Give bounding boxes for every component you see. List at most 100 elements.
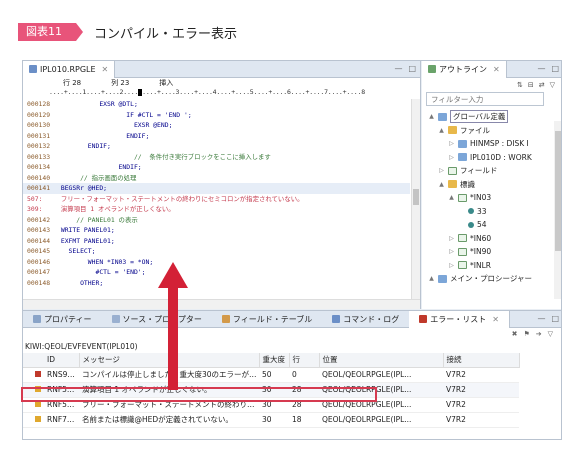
editor-vertical-scrollbar[interactable] <box>411 99 420 299</box>
expanded-icon[interactable]: ▲ <box>438 127 445 134</box>
editor-horizontal-scrollbar[interactable] <box>23 299 420 309</box>
code-line[interactable]: 000131 ENDIF; <box>23 131 410 142</box>
code-line[interactable]: 000132 ENDIF; <box>23 141 410 152</box>
tree-node[interactable]: ▷ *INLR <box>422 259 561 273</box>
collapsed-icon[interactable]: ▷ <box>448 262 455 269</box>
tree-node[interactable]: 54 <box>422 218 561 232</box>
code-line[interactable]: 000140 // 指示画面の処理 <box>23 173 410 184</box>
tree-node[interactable]: ▲ ファイル <box>422 124 561 138</box>
outline-toolbar: ⇅ ⊟ ⇄ ▽ <box>422 78 561 91</box>
close-icon[interactable]: ✕ <box>492 315 499 324</box>
cell-loc: QEOL/QEOLRPGLE(IPL... <box>319 367 443 383</box>
bottom-tab[interactable]: ソース・プロンプター <box>102 311 212 328</box>
tree-node-label: *IN60 <box>470 233 492 243</box>
collapse-icon[interactable]: ⊟ <box>528 81 534 89</box>
view-menu-icon[interactable]: ▽ <box>550 81 555 89</box>
code-line[interactable]: 000134 ENDIF; <box>23 162 410 173</box>
tree-node[interactable]: ▷ IPL010D : WORK <box>422 151 561 165</box>
code-line[interactable]: 000128 EXSR @DTL; <box>23 99 410 110</box>
tree-node[interactable]: ▲ メイン・プロシージャー <box>422 272 561 286</box>
code-line[interactable]: 000146 WHEN *IN03 = *ON; <box>23 257 410 268</box>
code-line[interactable]: 000142 // PANEL01 の表示 <box>23 215 410 226</box>
table-row[interactable]: RNF7030 名前または標識@HEDが定義されていない。 30 18 QEOL/QEO… <box>23 412 519 428</box>
line-number: 000141 <box>27 184 51 192</box>
error-annotation-line[interactable]: 309: 演算項目 1 オペランドが正しくない。 <box>23 204 410 215</box>
cell-loc: QEOL/QEOLRPGLE(IPL... <box>319 397 443 413</box>
outline-tab[interactable]: アウトライン ✕ <box>422 61 507 78</box>
remove-all-icon[interactable]: ✖ <box>512 330 518 338</box>
close-icon[interactable]: ✕ <box>493 65 500 74</box>
close-icon[interactable]: ✕ <box>102 65 109 74</box>
bottom-tab[interactable]: フィールド・テーブル <box>212 311 322 328</box>
expanded-icon[interactable]: ▲ <box>428 275 435 282</box>
tree-node[interactable]: ▷ *IN60 <box>422 232 561 246</box>
code-area[interactable]: 000128 EXSR @DTL; 000129 IF #CTL = 'END '… <box>23 99 410 299</box>
expanded-icon[interactable]: ▲ <box>438 181 445 188</box>
code-line[interactable]: 000147 #CTL = 'END'; <box>23 267 410 278</box>
link-icon[interactable]: ⇄ <box>539 81 545 89</box>
code-line[interactable]: 000129 IF #CTL = 'END '; <box>23 110 410 121</box>
editor-tab[interactable]: IPL010.RPGLE ✕ <box>23 61 116 78</box>
tree-node-label: グローバル定義 <box>450 110 509 124</box>
column-header[interactable]: 位置 <box>319 353 444 368</box>
minimize-icon[interactable]: — <box>394 64 402 73</box>
line-text: BEGSRr @HED; <box>57 184 108 192</box>
maximize-icon[interactable]: □ <box>551 64 559 73</box>
tree-node-label: 54 <box>477 220 487 230</box>
view-menu-icon[interactable]: ▽ <box>548 330 553 338</box>
bottom-tab[interactable]: プロパティー <box>23 311 102 328</box>
message-id: RNF5507 <box>47 400 79 409</box>
db-icon <box>438 274 447 283</box>
tree-node[interactable]: ▷ HINMSP : DISK I <box>422 137 561 151</box>
tree-node[interactable]: ▲ *IN03 <box>422 191 561 205</box>
outline-scrollbar[interactable] <box>554 121 561 299</box>
code-line[interactable]: 000143 WRITE PANEL01; <box>23 225 410 236</box>
filter-input[interactable] <box>426 92 544 106</box>
table-row[interactable]: RNF5309 演算項目 1 オペランドが正しくない。 30 28 QEOL/QEOLR… <box>23 382 519 398</box>
table-row[interactable]: RNS9308コンパイルは停止しました。重大度30のエラーがプロ...500QE… <box>23 367 519 383</box>
error-annotation-line[interactable]: 507: フリー・フォーマット・ステートメントの終わりにセミコロンが指定されてい… <box>23 194 410 205</box>
filter-icon[interactable]: ⚑ <box>523 330 529 338</box>
minimize-icon[interactable]: — <box>537 64 545 73</box>
tree-node[interactable]: 33 <box>422 205 561 219</box>
column-header[interactable]: ID <box>23 353 80 368</box>
column-header[interactable]: 行 <box>289 353 320 368</box>
maximize-icon[interactable]: □ <box>551 314 559 323</box>
bottom-tab[interactable]: コマンド・ログ <box>322 311 409 328</box>
column-header[interactable]: 接続 <box>443 353 520 368</box>
line-number: 000143 <box>27 226 51 234</box>
line-number: 507: <box>27 194 43 203</box>
file-icon <box>29 65 37 73</box>
tree-node[interactable]: ▲ グローバル定義 <box>422 110 561 124</box>
code-line[interactable]: 000133 // 条件付き実行ブロックをここに挿入します <box>23 152 410 163</box>
tree-node[interactable]: ▷ フィールド <box>422 164 561 178</box>
code-line[interactable]: 000130 EXSR @END; <box>23 120 410 131</box>
line-number: 000148 <box>27 278 51 287</box>
column-header[interactable]: 重大度 <box>259 353 290 368</box>
code-line[interactable]: 000148 OTHER; <box>23 278 410 289</box>
scroll-thumb[interactable] <box>413 189 419 205</box>
code-line[interactable]: 000141 BEGSRr @HED; <box>23 183 410 194</box>
bottom-tab[interactable]: エラー・リスト ✕ <box>409 310 510 328</box>
collapsed-icon[interactable]: ▷ <box>448 140 455 147</box>
next-icon[interactable]: ➔ <box>536 330 542 338</box>
collapsed-icon[interactable]: ▷ <box>438 167 445 174</box>
expanded-icon[interactable]: ▲ <box>448 194 455 201</box>
minimize-icon[interactable]: — <box>537 314 545 323</box>
scroll-thumb[interactable] <box>555 131 561 251</box>
collapsed-icon[interactable]: ▷ <box>448 248 455 255</box>
line-number: 000144 <box>27 236 51 245</box>
maximize-icon[interactable]: □ <box>408 64 416 73</box>
collapsed-icon[interactable]: ▷ <box>448 154 455 161</box>
table-row[interactable]: RNF5507 フリー・フォーマット・ステートメントの終わりにセ... 30 28 QE… <box>23 397 519 413</box>
outline-tree: ▲ グローバル定義 ▲ ファイル ▷ HINMSP : DISK I ▷ IPL010D : … <box>422 107 561 286</box>
tab-icon <box>33 315 41 323</box>
code-line[interactable]: 000144 EXFMT PANEL01; <box>23 236 410 247</box>
sort-icon[interactable]: ⇅ <box>517 81 523 89</box>
tree-node[interactable]: ▷ *IN90 <box>422 245 561 259</box>
code-line[interactable]: 000145 SELECT; <box>23 246 410 257</box>
line-number: 000132 <box>27 142 51 150</box>
expanded-icon[interactable]: ▲ <box>428 113 435 120</box>
tree-node[interactable]: ▲ 標識 <box>422 178 561 192</box>
collapsed-icon[interactable]: ▷ <box>448 235 455 242</box>
